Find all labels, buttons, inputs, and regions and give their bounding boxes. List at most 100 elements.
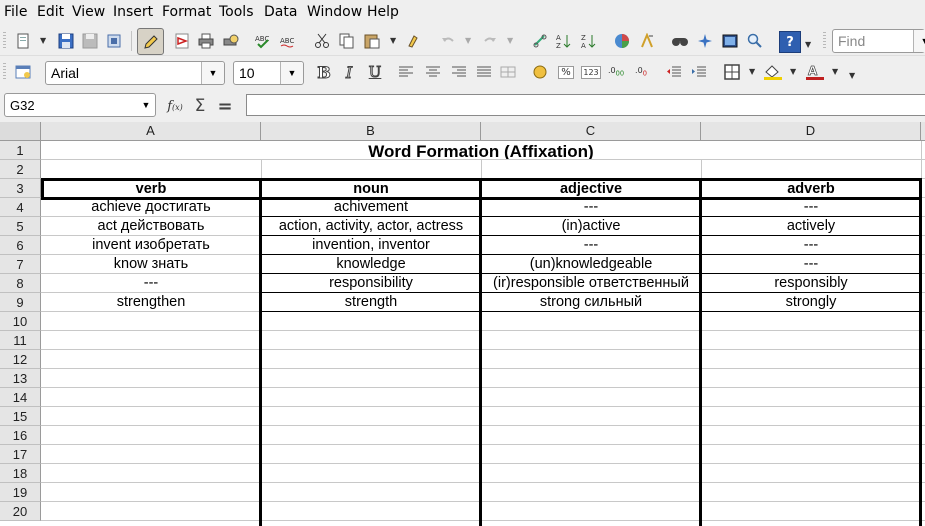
- name-box-dropdown-icon[interactable]: ▼: [137, 94, 155, 116]
- function-wizard-icon[interactable]: f(x): [165, 96, 185, 116]
- row-header-6[interactable]: 6: [0, 236, 41, 255]
- paste-dropdown-icon[interactable]: ▼: [390, 36, 396, 45]
- borders-dropdown-icon[interactable]: ▼: [749, 67, 755, 76]
- table-cell[interactable]: achivement: [261, 198, 481, 217]
- paste-icon[interactable]: [362, 31, 382, 51]
- page-preview-icon[interactable]: [221, 31, 241, 51]
- italic-icon[interactable]: I: [339, 62, 359, 82]
- table-cell[interactable]: strong сильный: [481, 293, 701, 312]
- hyperlink-icon[interactable]: [530, 31, 550, 51]
- table-cell[interactable]: strength: [261, 293, 481, 312]
- align-left-icon[interactable]: [396, 62, 416, 82]
- find-input[interactable]: Find ▼: [832, 29, 925, 53]
- toolbar-overflow-icon[interactable]: ▼: [805, 40, 811, 49]
- styles-formatting-icon[interactable]: [13, 62, 33, 82]
- align-center-icon[interactable]: [423, 62, 443, 82]
- table-cell[interactable]: knowledge: [261, 255, 481, 274]
- row-header-14[interactable]: 14: [0, 388, 41, 407]
- sort-ascending-icon[interactable]: AZ: [554, 31, 574, 51]
- table-cell[interactable]: (in)active: [481, 217, 701, 236]
- export-pdf-icon[interactable]: [172, 31, 192, 51]
- row-header-11[interactable]: 11: [0, 331, 41, 350]
- menu-window[interactable]: Window: [307, 4, 362, 20]
- row-header-7[interactable]: 7: [0, 255, 41, 274]
- menu-help[interactable]: Help: [367, 4, 399, 20]
- percent-format-icon[interactable]: %: [556, 62, 576, 82]
- row-header-9[interactable]: 9: [0, 293, 41, 312]
- edit-mode-icon[interactable]: [137, 28, 164, 55]
- row-header-16[interactable]: 16: [0, 426, 41, 445]
- row-header-13[interactable]: 13: [0, 369, 41, 388]
- table-cell[interactable]: strengthen: [41, 293, 261, 312]
- align-right-icon[interactable]: [449, 62, 469, 82]
- table-cell[interactable]: action, activity, actor, actress: [261, 217, 481, 236]
- row-header-15[interactable]: 15: [0, 407, 41, 426]
- table-cell[interactable]: invention, inventor: [261, 236, 481, 255]
- table-cell[interactable]: (un)knowledgeable: [481, 255, 701, 274]
- gallery-icon[interactable]: [720, 31, 740, 51]
- number-format-icon[interactable]: 123: [581, 62, 601, 82]
- table-cell[interactable]: invent изобретать: [41, 236, 261, 255]
- table-cell[interactable]: (ir)responsible ответственный: [481, 274, 701, 293]
- row-header-4[interactable]: 4: [0, 198, 41, 217]
- autospellcheck-icon[interactable]: ABC: [279, 31, 299, 51]
- table-cell[interactable]: responsibility: [261, 274, 481, 293]
- row-header-10[interactable]: 10: [0, 312, 41, 331]
- row-header-20[interactable]: 20: [0, 502, 41, 521]
- new-document-dropdown-icon[interactable]: ▼: [40, 36, 46, 45]
- table-cell[interactable]: strongly: [701, 293, 921, 312]
- menu-edit[interactable]: Edit: [37, 4, 64, 20]
- row-header-12[interactable]: 12: [0, 350, 41, 369]
- borders-icon[interactable]: [722, 62, 742, 82]
- font-color-icon[interactable]: A: [805, 62, 825, 82]
- column-header-c[interactable]: C: [481, 122, 701, 140]
- table-cell[interactable]: ---: [481, 198, 701, 217]
- find-dropdown-icon[interactable]: ▼: [913, 30, 925, 52]
- column-header-a[interactable]: A: [41, 122, 261, 140]
- background-color-icon[interactable]: [763, 62, 783, 82]
- column-header-d[interactable]: D: [701, 122, 921, 140]
- background-color-dropdown-icon[interactable]: ▼: [790, 67, 796, 76]
- currency-format-icon[interactable]: [530, 62, 550, 82]
- sort-descending-icon[interactable]: ZA: [579, 31, 599, 51]
- clone-formatting-icon[interactable]: [404, 31, 424, 51]
- table-cell[interactable]: ---: [701, 255, 921, 274]
- save-icon[interactable]: [56, 31, 76, 51]
- add-decimal-icon[interactable]: .000: [606, 62, 626, 82]
- font-name-dropdown-icon[interactable]: ▼: [201, 62, 224, 84]
- zoom-icon[interactable]: [745, 31, 765, 51]
- row-header-19[interactable]: 19: [0, 483, 41, 502]
- navigator-icon[interactable]: [695, 31, 715, 51]
- table-cell[interactable]: achieve достигать: [41, 198, 261, 217]
- toolbar-grip[interactable]: [3, 32, 6, 50]
- insert-chart-icon[interactable]: [612, 31, 632, 51]
- table-cell[interactable]: actively: [701, 217, 921, 236]
- sheet-title[interactable]: Word Formation (Affixation): [41, 141, 921, 159]
- new-document-icon[interactable]: [13, 31, 33, 51]
- delete-decimal-icon[interactable]: .00: [631, 62, 651, 82]
- table-cell[interactable]: know знать: [41, 255, 261, 274]
- menu-format[interactable]: Format: [162, 4, 211, 20]
- formula-input[interactable]: [246, 94, 925, 116]
- export-icon[interactable]: [104, 31, 124, 51]
- show-draw-functions-icon[interactable]: [637, 31, 657, 51]
- table-cell[interactable]: responsibly: [701, 274, 921, 293]
- toolbar-overflow-icon[interactable]: ▼: [849, 71, 855, 80]
- select-all-corner[interactable]: [0, 122, 41, 140]
- table-cell[interactable]: ---: [701, 236, 921, 255]
- table-cell[interactable]: ---: [701, 198, 921, 217]
- justify-icon[interactable]: [474, 62, 494, 82]
- bold-icon[interactable]: B: [314, 62, 334, 82]
- menu-tools[interactable]: Tools: [219, 4, 254, 20]
- table-cell[interactable]: act действовать: [41, 217, 261, 236]
- cut-icon[interactable]: [312, 31, 332, 51]
- table-cell[interactable]: ---: [481, 236, 701, 255]
- font-name-select[interactable]: Arial ▼: [45, 61, 225, 85]
- row-header-3[interactable]: 3: [0, 179, 41, 198]
- menu-data[interactable]: Data: [264, 4, 297, 20]
- copy-icon[interactable]: [337, 31, 357, 51]
- find-toolbar-grip[interactable]: [823, 32, 826, 50]
- increase-indent-icon[interactable]: [689, 62, 709, 82]
- font-color-dropdown-icon[interactable]: ▼: [832, 67, 838, 76]
- font-size-select[interactable]: 10 ▼: [233, 61, 304, 85]
